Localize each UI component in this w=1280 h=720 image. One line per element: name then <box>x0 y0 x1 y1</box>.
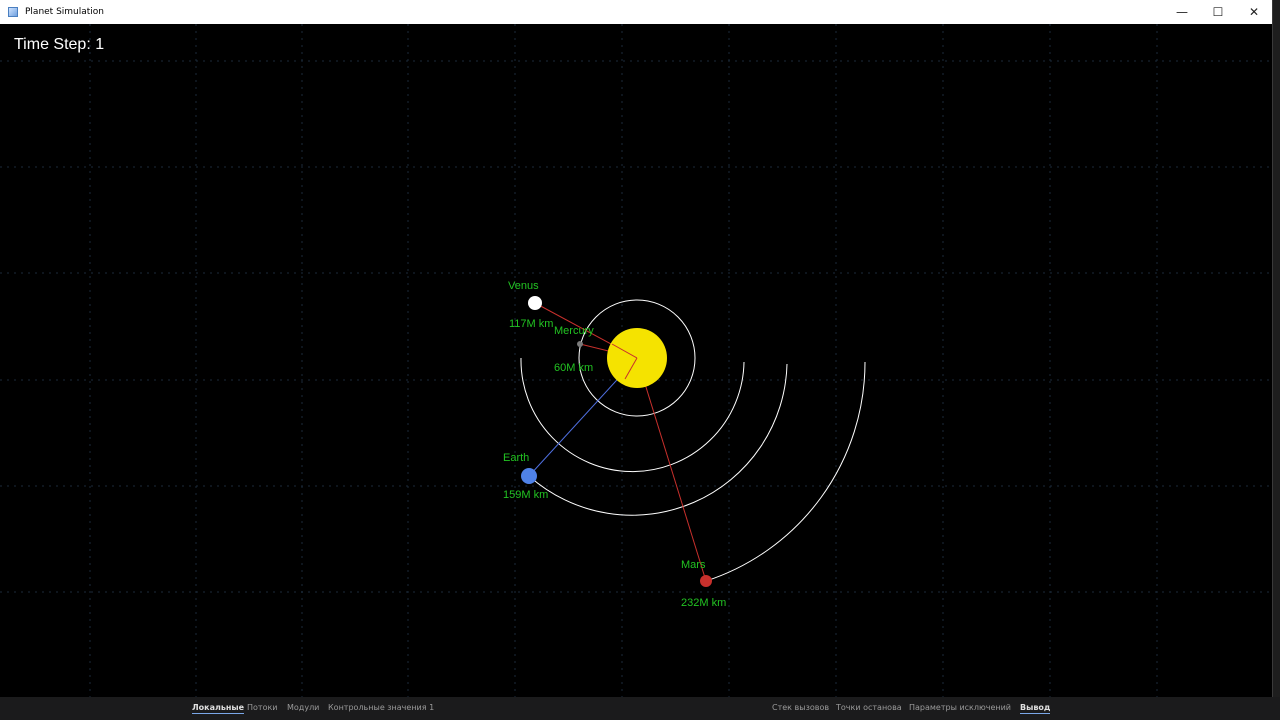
tab-breakpoints[interactable]: Точки останова <box>836 703 902 712</box>
mercury-name-label: Mercury <box>554 325 594 337</box>
planet-mars <box>700 575 712 587</box>
tab-locals[interactable]: Локальные <box>192 703 245 714</box>
mercury-distance-label: 60M km <box>554 362 593 374</box>
tab-exception-settings[interactable]: Параметры исключений <box>909 703 1011 712</box>
venus-name-label: Venus <box>508 280 539 292</box>
tab-output[interactable]: Вывод <box>1020 703 1051 714</box>
debug-panel-tabs: Локальные Потоки Модули Контрольные знач… <box>0 697 1280 720</box>
mars-distance-label: 232M km <box>681 597 726 609</box>
planet-mercury <box>577 341 583 347</box>
ide-side-panel <box>1273 0 1280 697</box>
tab-call-stack[interactable]: Стек вызовов <box>772 703 829 712</box>
title-bar[interactable]: Planet Simulation — ☐ ✕ <box>0 0 1272 24</box>
venus-distance-label: 117M km <box>509 318 553 330</box>
simulation-window: Planet Simulation — ☐ ✕ Venus 117M km Me… <box>0 0 1273 697</box>
close-button[interactable]: ✕ <box>1236 0 1272 24</box>
orbit-mars <box>705 361 866 582</box>
orbit-earth <box>528 363 788 516</box>
earth-distance-label: 159M km <box>503 489 548 501</box>
simulation-canvas[interactable]: Venus 117M km Mercury 60M km Earth 159M … <box>0 24 1272 697</box>
force-line-mars <box>636 357 707 582</box>
mars-name-label: Mars <box>681 559 706 571</box>
window-controls: — ☐ ✕ <box>1164 0 1272 24</box>
tab-threads[interactable]: Потоки <box>247 703 278 712</box>
earth-name-label: Earth <box>503 452 529 464</box>
app-icon <box>8 7 18 17</box>
tab-watch-1[interactable]: Контрольные значения 1 <box>328 703 434 712</box>
simulation-scene: Venus 117M km Mercury 60M km Earth 159M … <box>0 24 1272 697</box>
planet-venus <box>528 296 542 310</box>
time-step-counter: Time Step: 1 <box>14 36 105 53</box>
tab-modules[interactable]: Модули <box>287 703 319 712</box>
maximize-button[interactable]: ☐ <box>1200 0 1236 24</box>
minimize-button[interactable]: — <box>1164 0 1200 24</box>
window-title: Planet Simulation <box>25 7 105 17</box>
planet-earth <box>521 468 537 484</box>
